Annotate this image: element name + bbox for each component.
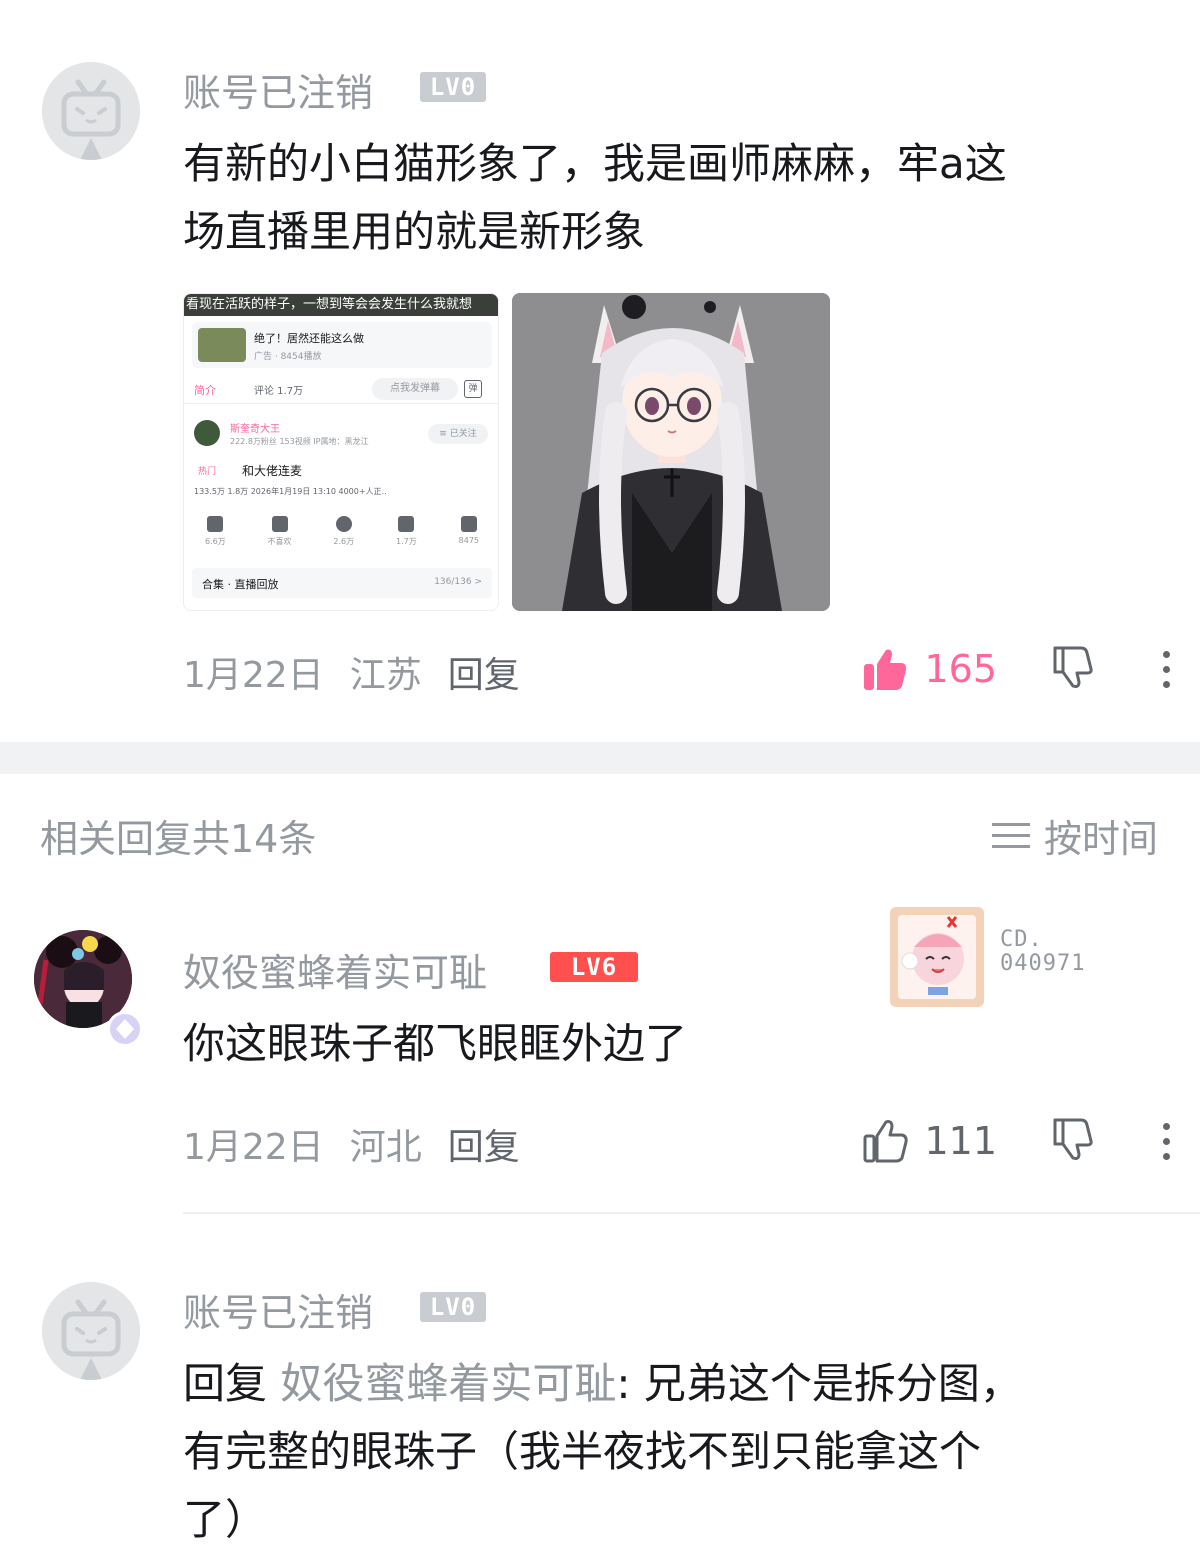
thumb-down-icon (1053, 1118, 1093, 1160)
default-avatar-icon[interactable] (42, 1282, 140, 1380)
fan-badge-code: CD. 040971 (1000, 928, 1085, 976)
badge-code-line: 040971 (1000, 951, 1086, 976)
more-dot (1163, 1122, 1170, 1130)
comment-text: 回复 奴役蜜蜂着实可耻: 兄弟这个是拆分图， 有完整的眼珠子（我半夜找不到只能拿… (183, 1350, 1163, 1551)
comment-actions: 111 (862, 1116, 1170, 1166)
reply-prefix: 回复 (183, 1359, 281, 1408)
reply-button[interactable]: 回复 (448, 1118, 520, 1170)
comment-meta: 1月22日 河北 回复 (183, 1118, 520, 1170)
more-dot (1163, 1152, 1170, 1160)
fan-badge-sticker[interactable] (888, 903, 986, 1011)
comment-text-line: 了） (183, 1495, 268, 1544)
level-badge: LV6 (550, 952, 638, 982)
level-badge: LV0 (420, 1292, 486, 1322)
comment-text-part: : 兄弟这个是拆分图， (616, 1359, 1022, 1408)
comment-text: 你这眼珠子都飞眼眶外边了 (183, 1019, 688, 1068)
diamond-badge-icon (107, 1011, 143, 1047)
more-dot (1163, 1137, 1170, 1145)
more-options-icon[interactable] (1163, 1122, 1170, 1160)
comment-date: 1月22日 (183, 1127, 324, 1168)
thumb-up-icon (863, 1120, 909, 1163)
comment-text-line: 有完整的眼珠子（我半夜找不到只能拿这个 (183, 1427, 982, 1476)
like-button[interactable]: 111 (862, 1118, 997, 1164)
reply-target-link[interactable]: 奴役蜜蜂着实可耻 (280, 1359, 616, 1408)
username[interactable]: 奴役蜜蜂着实可耻 (183, 942, 487, 997)
username[interactable]: 账号已注销 (183, 1282, 373, 1337)
like-count: 111 (924, 1119, 997, 1163)
comment-text-line: 回复 奴役蜜蜂着实可耻: 兄弟这个是拆分图， (183, 1350, 1163, 1418)
dislike-button[interactable] (1051, 1116, 1097, 1166)
reply-divider (183, 1212, 1200, 1214)
reply-item: 奴役蜜蜂着实可耻 LV6 CD. 040971 你这眼珠子都飞眼眶外边了 1月2… (0, 0, 1200, 1212)
comment-location: 河北 (349, 1127, 422, 1168)
badge-code-line: CD. (1000, 927, 1043, 952)
